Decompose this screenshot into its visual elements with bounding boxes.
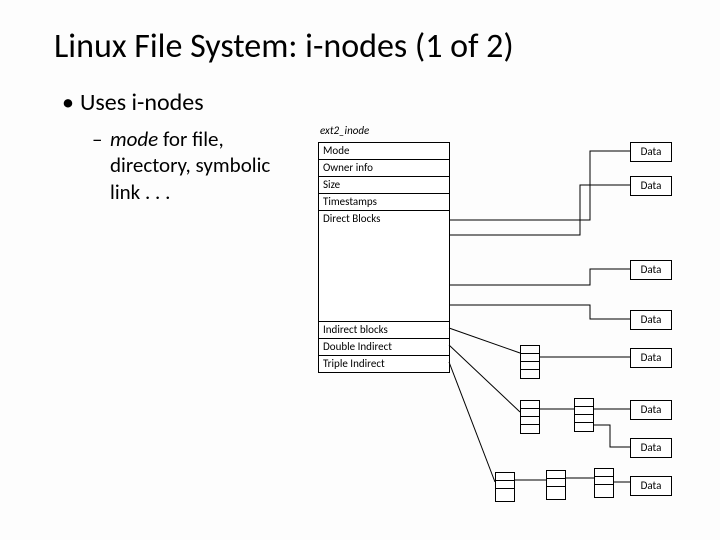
inode-diagram: ext2_inode Mode Owner info Size Timestam… xyxy=(310,120,690,520)
bullet-l2-italic: mode xyxy=(110,126,158,152)
slide-title: Linux File System: i-nodes (1 of 2) xyxy=(54,26,514,67)
bullet-l1-text: Uses i-nodes xyxy=(80,88,204,117)
data-box-5: Data xyxy=(630,348,672,368)
bullet-level1: • Uses i-nodes xyxy=(80,88,204,117)
ptr-box-triple-a xyxy=(495,472,515,502)
ptr-box-double-b xyxy=(574,398,594,432)
ptr-box-triple-c xyxy=(594,468,614,498)
data-box-4: Data xyxy=(630,310,672,330)
ptr-box-single xyxy=(520,345,540,379)
inode-row-triple: Triple Indirect xyxy=(319,356,449,372)
data-box-7: Data xyxy=(630,438,672,458)
inode-box: Mode Owner info Size Timestamps Direct B… xyxy=(318,142,450,373)
bullet-level2: – mode for file, directory, symbolic lin… xyxy=(110,126,305,205)
data-box-6: Data xyxy=(630,400,672,420)
inode-row-double: Double Indirect xyxy=(319,339,449,356)
inode-row-indirect: Indirect blocks xyxy=(319,322,449,339)
ptr-box-double-a xyxy=(520,400,540,434)
data-box-1: Data xyxy=(630,142,672,162)
inode-row-size: Size xyxy=(319,177,449,194)
bullet-dash: – xyxy=(92,126,102,152)
inode-struct-label: ext2_inode xyxy=(320,124,369,137)
ptr-box-triple-b xyxy=(546,470,566,500)
inode-row-direct: Direct Blocks xyxy=(319,211,449,322)
bullet-dot: • xyxy=(62,88,74,117)
data-box-2: Data xyxy=(630,176,672,196)
inode-row-owner: Owner info xyxy=(319,160,449,177)
inode-row-timestamps: Timestamps xyxy=(319,194,449,211)
data-box-8: Data xyxy=(630,476,672,496)
data-box-3: Data xyxy=(630,260,672,280)
inode-row-mode: Mode xyxy=(319,143,449,160)
